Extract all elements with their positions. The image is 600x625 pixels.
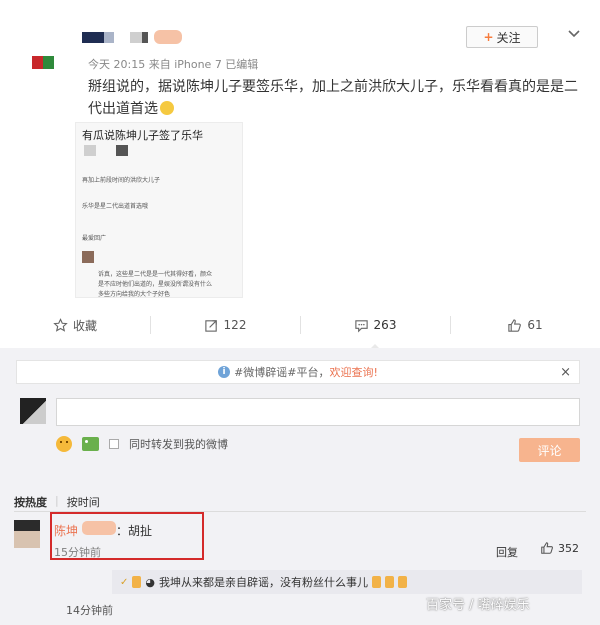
post-text: 掰组说的，据说陈坤儿子要签乐华，加上之前洪欣大儿子，乐华看看真的是是二代出道首选 bbox=[88, 79, 578, 117]
embed-line: 诉真，这些星二代是是一代其得好看，颜众 bbox=[98, 271, 213, 278]
comment-like-count: 352 bbox=[558, 541, 579, 555]
image-icon[interactable] bbox=[82, 437, 99, 451]
embed-line: 再加上前段时间的洪欣大儿子 bbox=[82, 177, 161, 184]
thumbs-up-emoji-icon bbox=[385, 576, 394, 588]
embed-line: 乐华是星二代出道首选哦 bbox=[82, 203, 149, 210]
like-icon bbox=[508, 318, 522, 332]
post-meta: 今天 20:15 来自 iPhone 7 已编辑 bbox=[88, 58, 259, 71]
comment-panel: i #微博辟谣#平台， 欢迎查询! × 同时转发到我的微博 评论 按热度 | 按… bbox=[0, 348, 600, 625]
emoji-icon[interactable] bbox=[56, 436, 72, 452]
commenter-name-blur bbox=[82, 521, 116, 535]
sub-reply-content: ✓ ◕ 我坤从来都是亲自辟谣，没有粉丝什么事儿 bbox=[120, 574, 407, 590]
rumor-notice-bar: i #微博辟谣#平台， 欢迎查询! × bbox=[16, 360, 580, 384]
repost-icon bbox=[204, 319, 217, 332]
emoji-icon: ✓ bbox=[120, 576, 129, 588]
watermark: 百家号 / 嘴碎娱乐 bbox=[426, 598, 530, 613]
poster-name-blurred[interactable] bbox=[82, 30, 182, 44]
star-outline-icon bbox=[53, 317, 68, 332]
chevron-down-icon[interactable] bbox=[568, 28, 580, 40]
smile-emoji-icon bbox=[160, 101, 174, 115]
embed-line: 是不应时他们出道的，星娱没所谓没有什么 bbox=[98, 281, 213, 288]
blur-block bbox=[116, 145, 128, 156]
submit-comment-button[interactable]: 评论 bbox=[519, 438, 580, 462]
embed-title: 有瓜说陈坤儿子签了乐华 bbox=[82, 129, 203, 142]
like-button[interactable]: 61 bbox=[450, 308, 600, 342]
follow-button[interactable]: + 关注 bbox=[466, 26, 538, 48]
commenter-avatar[interactable] bbox=[14, 520, 40, 548]
tab-sort-time[interactable]: 按时间 bbox=[67, 494, 100, 510]
also-repost-checkbox[interactable] bbox=[109, 439, 119, 449]
embed-line: 多些方向给我的大个子好色 bbox=[98, 291, 171, 298]
close-icon[interactable]: × bbox=[560, 365, 571, 380]
sub-reply-time: 14分钟前 bbox=[66, 604, 113, 617]
comment-button[interactable]: 263 bbox=[300, 308, 450, 350]
reply-button[interactable]: 回复 bbox=[496, 544, 518, 560]
notice-link[interactable]: 欢迎查询! bbox=[330, 364, 378, 380]
notice-text: #微博辟谣#平台， bbox=[234, 366, 330, 379]
sort-tabs: 按热度 | 按时间 bbox=[14, 494, 100, 510]
emoji-icon bbox=[132, 576, 142, 588]
favorite-button[interactable]: 收藏 bbox=[0, 308, 150, 342]
also-repost-label[interactable]: 同时转发到我的微博 bbox=[129, 436, 228, 452]
comment-like-button[interactable]: 352 bbox=[540, 541, 579, 555]
blur-block bbox=[82, 251, 94, 263]
tab-sort-hot[interactable]: 按热度 bbox=[14, 494, 47, 510]
thumbs-up-emoji-icon bbox=[372, 576, 381, 588]
poster-avatar[interactable] bbox=[32, 56, 54, 69]
post-image[interactable]: 有瓜说陈坤儿子签了乐华 再加上前段时间的洪欣大儿子 乐华是星二代出道首选哦 最爱… bbox=[75, 122, 243, 298]
comment-count: 263 bbox=[373, 318, 397, 332]
comment-input[interactable] bbox=[56, 398, 580, 426]
repost-count: 122 bbox=[223, 318, 247, 332]
comment-text: ：胡扯 bbox=[116, 524, 153, 538]
thumbs-up-emoji-icon bbox=[398, 576, 407, 588]
panda-emoji-icon: ◕ bbox=[145, 575, 155, 589]
action-bar: 收藏 122 263 61 bbox=[0, 308, 600, 350]
info-icon: i bbox=[218, 366, 231, 378]
comment-toolbar: 同时转发到我的微博 bbox=[56, 436, 228, 452]
like-icon bbox=[541, 542, 553, 554]
favorite-label: 收藏 bbox=[72, 318, 97, 333]
sub-reply-text: 我坤从来都是亲自辟谣，没有粉丝什么事儿 bbox=[159, 576, 368, 589]
embed-line: 最爱回广 bbox=[82, 235, 107, 242]
blur-block bbox=[84, 145, 96, 156]
repost-button[interactable]: 122 bbox=[150, 308, 300, 342]
plus-icon: + bbox=[483, 30, 494, 44]
comment-time: 15分钟前 bbox=[54, 546, 101, 559]
tab-separator: | bbox=[55, 494, 59, 507]
commenter-name[interactable]: 陈坤 bbox=[54, 522, 78, 539]
comment-icon bbox=[354, 319, 368, 332]
like-count: 61 bbox=[527, 318, 543, 332]
my-avatar[interactable] bbox=[20, 398, 46, 424]
follow-label: 关注 bbox=[496, 30, 521, 45]
